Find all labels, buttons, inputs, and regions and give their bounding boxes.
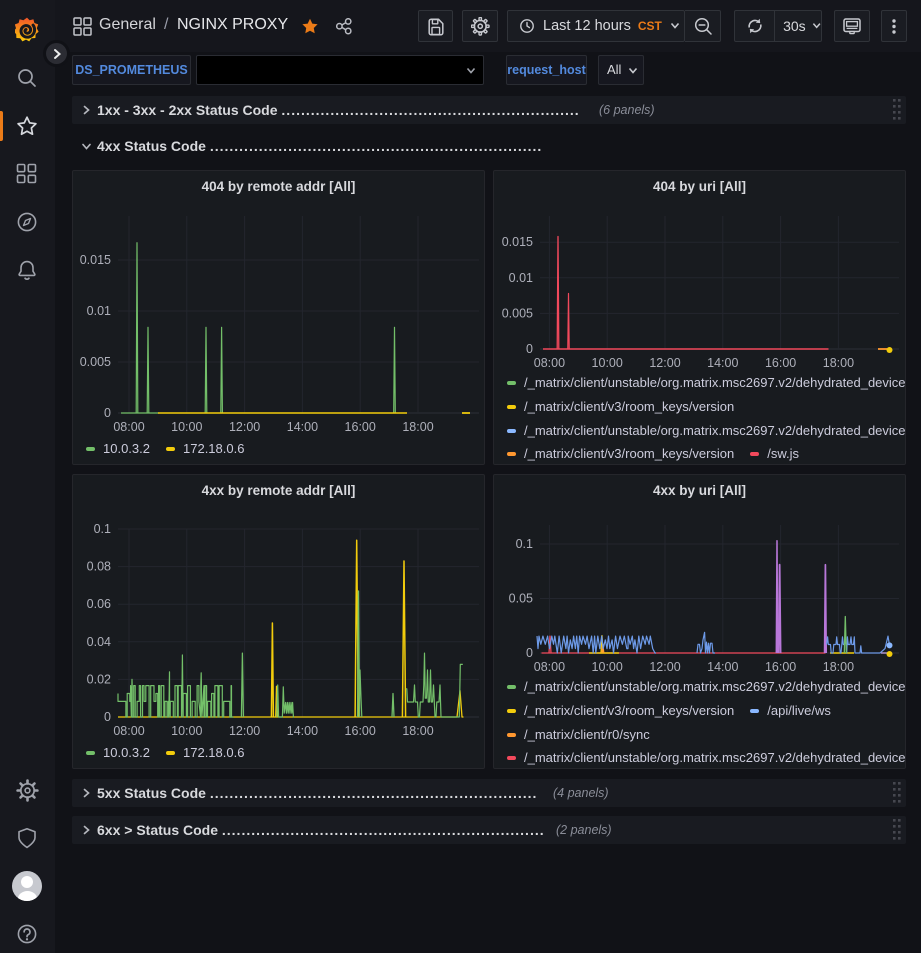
svg-text:16:00: 16:00: [345, 420, 376, 434]
svg-text:0: 0: [526, 342, 533, 356]
svg-text:14:00: 14:00: [707, 356, 738, 370]
svg-text:16:00: 16:00: [765, 356, 796, 370]
svg-text:0.08: 0.08: [87, 560, 111, 574]
svg-text:18:00: 18:00: [823, 660, 854, 674]
svg-text:16:00: 16:00: [345, 724, 376, 738]
svg-text:0.1: 0.1: [516, 537, 533, 551]
svg-text:10:00: 10:00: [592, 356, 623, 370]
svg-text:12:00: 12:00: [229, 724, 260, 738]
svg-text:08:00: 08:00: [534, 660, 565, 674]
svg-text:12:00: 12:00: [649, 356, 680, 370]
svg-text:10:00: 10:00: [592, 660, 623, 674]
svg-text:0: 0: [526, 646, 533, 660]
svg-text:0.015: 0.015: [80, 253, 111, 267]
svg-text:0.1: 0.1: [94, 522, 111, 536]
svg-text:0.01: 0.01: [87, 304, 111, 318]
svg-text:10:00: 10:00: [171, 420, 202, 434]
svg-text:0.005: 0.005: [80, 355, 111, 369]
svg-text:08:00: 08:00: [113, 420, 144, 434]
svg-text:18:00: 18:00: [402, 420, 433, 434]
svg-text:0.01: 0.01: [509, 271, 533, 285]
svg-text:08:00: 08:00: [113, 724, 144, 738]
svg-text:18:00: 18:00: [402, 724, 433, 738]
svg-text:0.02: 0.02: [87, 672, 111, 686]
svg-text:12:00: 12:00: [229, 420, 260, 434]
svg-text:14:00: 14:00: [287, 420, 318, 434]
svg-text:16:00: 16:00: [765, 660, 796, 674]
svg-text:08:00: 08:00: [534, 356, 565, 370]
svg-text:0.05: 0.05: [509, 592, 533, 606]
svg-text:0.04: 0.04: [87, 635, 111, 649]
svg-text:0: 0: [104, 710, 111, 724]
svg-text:14:00: 14:00: [707, 660, 738, 674]
svg-text:0.015: 0.015: [502, 235, 533, 249]
svg-text:0.06: 0.06: [87, 597, 111, 611]
svg-text:14:00: 14:00: [287, 724, 318, 738]
svg-text:18:00: 18:00: [823, 356, 854, 370]
svg-text:10:00: 10:00: [171, 724, 202, 738]
svg-text:0.005: 0.005: [502, 306, 533, 320]
svg-text:12:00: 12:00: [649, 660, 680, 674]
svg-text:0: 0: [104, 406, 111, 420]
